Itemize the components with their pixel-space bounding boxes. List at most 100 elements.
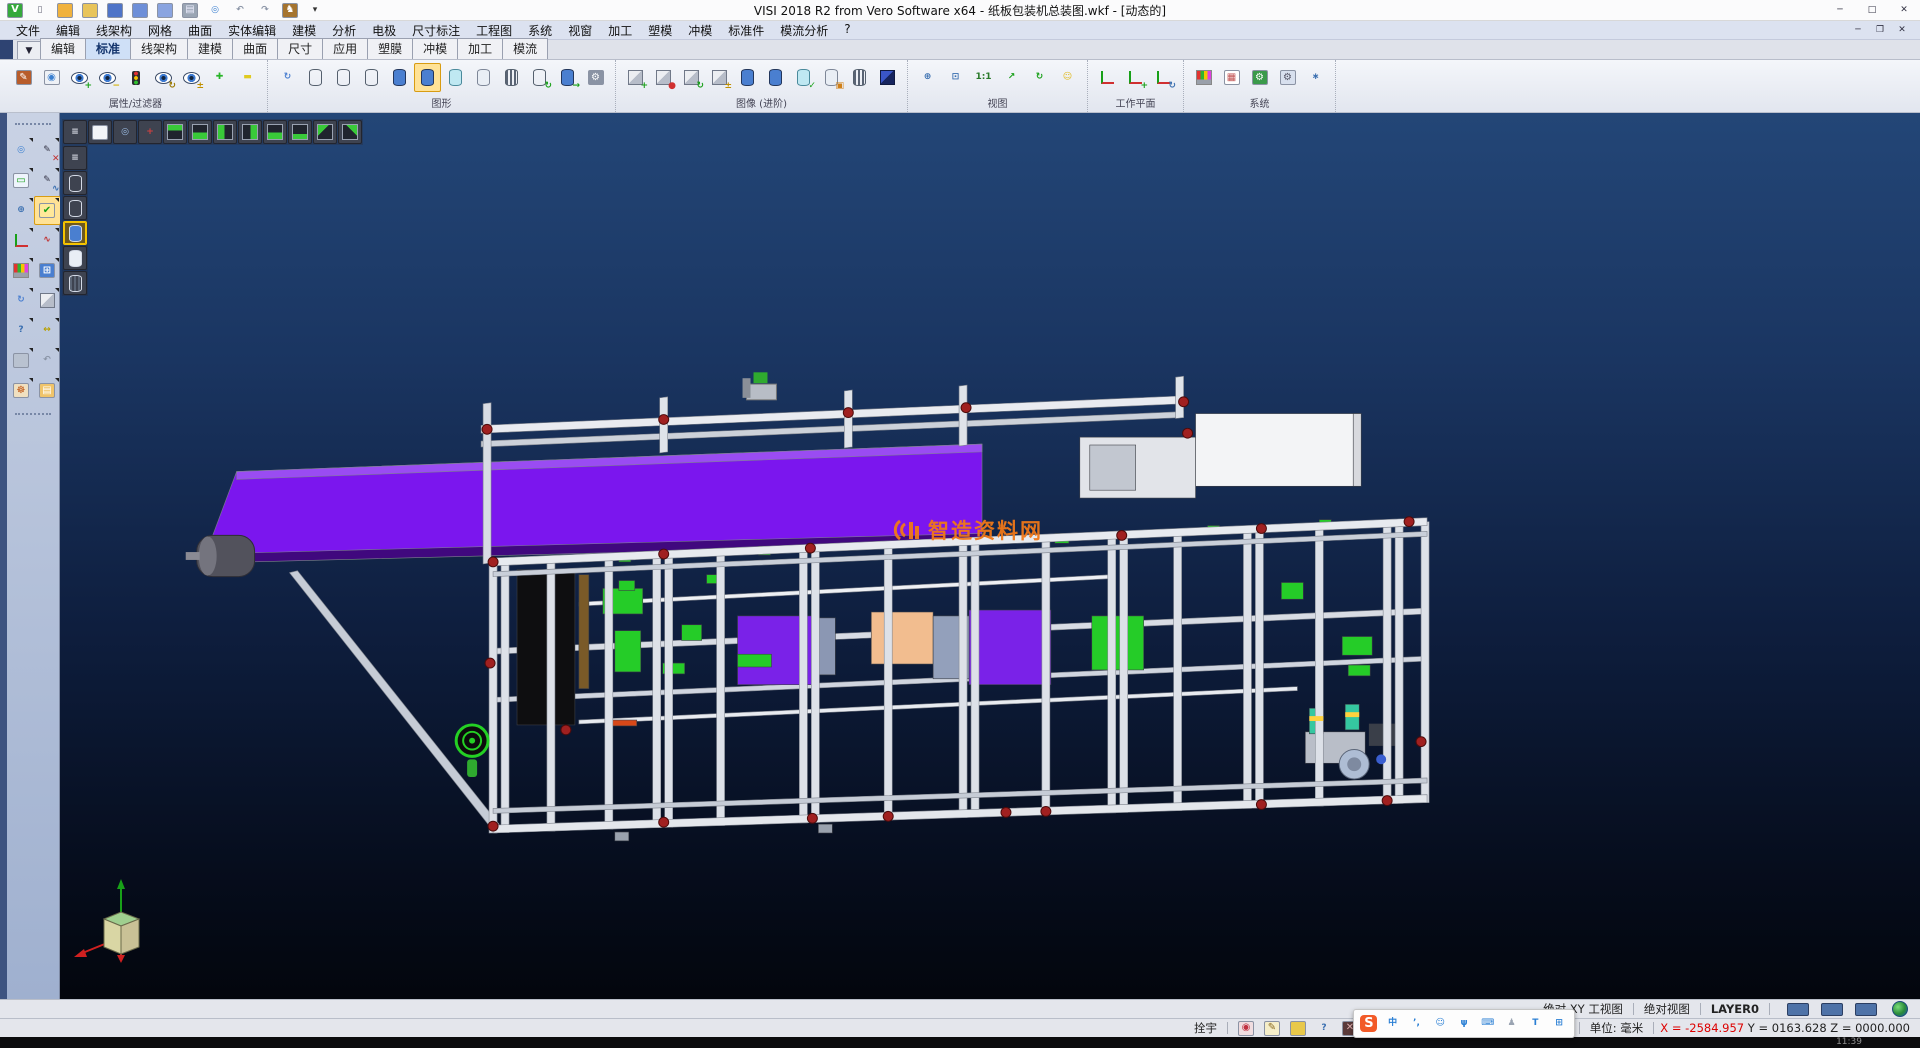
- close-button[interactable]: ✕: [1888, 0, 1920, 20]
- menu-item-加工[interactable]: 加工: [600, 22, 640, 39]
- tab-加工[interactable]: 加工: [457, 38, 503, 59]
- redraw-icon[interactable]: ↻: [274, 63, 301, 92]
- move-axis-icon[interactable]: [8, 226, 35, 255]
- save-all-icon[interactable]: [154, 1, 176, 20]
- ime-toolbox-icon[interactable]: ⊞: [1549, 1012, 1569, 1035]
- mdi-restore-button[interactable]: ❐: [1870, 22, 1890, 38]
- menu-item-分析[interactable]: 分析: [324, 22, 364, 39]
- menu-item-网格[interactable]: 网格: [140, 22, 180, 39]
- show-entities-icon[interactable]: +: [66, 63, 93, 92]
- shaded-cube-icon[interactable]: [874, 63, 901, 92]
- key-lock-icon[interactable]: [1286, 1019, 1310, 1037]
- import-folder-icon[interactable]: [79, 1, 101, 20]
- solids-toggle-icon[interactable]: ±: [706, 63, 733, 92]
- viewport-display-menu-icon[interactable]: ≡: [63, 146, 87, 170]
- vp-transparent-icon[interactable]: [63, 246, 87, 270]
- help-question-icon[interactable]: ?: [8, 316, 35, 345]
- tab-曲面[interactable]: 曲面: [232, 38, 278, 59]
- pen-color-swatch[interactable]: [1820, 1000, 1844, 1018]
- menu-item-电极[interactable]: 电极: [364, 22, 404, 39]
- solid-stripe-icon[interactable]: [762, 63, 789, 92]
- solid-note-icon[interactable]: ▣: [818, 63, 845, 92]
- visi-logo-icon[interactable]: V: [4, 1, 26, 20]
- tab-应用[interactable]: 应用: [322, 38, 368, 59]
- menu-item-编辑[interactable]: 编辑: [48, 22, 88, 39]
- menu-item-冲模[interactable]: 冲模: [680, 22, 720, 39]
- preview-icon[interactable]: ◎: [204, 1, 226, 20]
- menu-item-?[interactable]: ?: [836, 22, 858, 39]
- view-cube-top-icon[interactable]: [163, 120, 187, 144]
- tab-dropdown-button[interactable]: ▼: [17, 41, 41, 59]
- solid-mesh-icon[interactable]: [846, 63, 873, 92]
- 3d-viewport[interactable]: ≡◎+ ≡ 智造资料网: [60, 113, 1920, 999]
- workplane-axis-icon[interactable]: [1094, 63, 1121, 92]
- validate-checkbox-icon[interactable]: ✔: [34, 196, 61, 225]
- maximize-button[interactable]: □: [1856, 0, 1888, 20]
- workplane-align-icon[interactable]: ↻: [1150, 63, 1177, 92]
- view-cube-iso-icon[interactable]: [313, 120, 337, 144]
- solids-add-icon[interactable]: +: [622, 63, 649, 92]
- view-cube-front-icon[interactable]: [188, 120, 212, 144]
- display-shaded-icon[interactable]: [386, 63, 413, 92]
- tab-模流[interactable]: 模流: [502, 38, 548, 59]
- ime-keyboard-icon[interactable]: ⌨: [1478, 1012, 1498, 1035]
- zoom-sphere-icon[interactable]: ◎: [113, 120, 137, 144]
- view-cube-back-icon[interactable]: [263, 120, 287, 144]
- menu-item-尺寸标注[interactable]: 尺寸标注: [404, 22, 468, 39]
- edit-delete-icon[interactable]: ✎✕: [34, 136, 61, 165]
- menu-item-工程图[interactable]: 工程图: [468, 22, 520, 39]
- zoom-selected-icon[interactable]: ↗: [998, 63, 1025, 92]
- copy-view-icon[interactable]: →: [554, 63, 581, 92]
- view-cube-iso2-icon[interactable]: [338, 120, 362, 144]
- tab-冲模[interactable]: 冲模: [412, 38, 458, 59]
- render-settings-icon[interactable]: ⚙: [582, 63, 609, 92]
- snap-settings-icon[interactable]: ∗: [1302, 63, 1329, 92]
- view-observer-icon[interactable]: ☺: [1054, 63, 1081, 92]
- curve-edit-icon[interactable]: ∿: [34, 226, 61, 255]
- display-outline-icon[interactable]: [330, 63, 357, 92]
- sketch-curve-icon[interactable]: ✎∿: [34, 166, 61, 195]
- menu-item-视窗[interactable]: 视窗: [560, 22, 600, 39]
- world-globe-icon[interactable]: [1888, 1000, 1912, 1018]
- color-table-icon[interactable]: ▦: [1218, 63, 1245, 92]
- dynamic-rotate-icon[interactable]: ♞: [279, 1, 301, 20]
- vp-wireframe-icon[interactable]: [63, 171, 87, 195]
- menu-item-实体编辑[interactable]: 实体编辑: [220, 22, 284, 39]
- view-cube-bottom-icon[interactable]: [288, 120, 312, 144]
- new-file-icon[interactable]: ▯: [29, 1, 51, 20]
- delete-trash-icon[interactable]: [8, 346, 35, 375]
- zoom-solid-icon[interactable]: ⊕: [8, 196, 35, 225]
- system-settings-icon[interactable]: ⚙: [1246, 63, 1273, 92]
- display-wireframe-icon[interactable]: [302, 63, 329, 92]
- visibility-filter-icon[interactable]: [122, 63, 149, 92]
- layer-field[interactable]: LAYER0: [1707, 1002, 1763, 1016]
- more-commands-icon[interactable]: ▾: [304, 1, 326, 20]
- window-config-icon[interactable]: ⚙: [1274, 63, 1301, 92]
- clipboard-folder-icon[interactable]: ▤: [34, 376, 61, 405]
- ime-emoji-icon[interactable]: ☺: [1430, 1012, 1450, 1035]
- print-icon[interactable]: ▤: [179, 1, 201, 20]
- layer-color-swatch[interactable]: [1786, 1000, 1810, 1018]
- menu-item-曲面[interactable]: 曲面: [180, 22, 220, 39]
- axis-origin-icon[interactable]: +: [138, 120, 162, 144]
- solid-validate-icon[interactable]: ✓: [790, 63, 817, 92]
- track-point-icon[interactable]: ◉: [1234, 1019, 1258, 1037]
- vp-shaded-icon[interactable]: [63, 221, 87, 245]
- layers-palette-icon[interactable]: [8, 256, 35, 285]
- solid-cube-icon[interactable]: [34, 286, 61, 315]
- ime-person-icon[interactable]: ♟: [1502, 1012, 1522, 1035]
- zoom-filter-icon[interactable]: ◎: [8, 136, 35, 165]
- tab-尺寸[interactable]: 尺寸: [277, 38, 323, 59]
- refresh-icon[interactable]: ↻: [8, 286, 35, 315]
- open-file-icon[interactable]: [54, 1, 76, 20]
- minimize-button[interactable]: ─: [1824, 0, 1856, 20]
- tab-建模[interactable]: 建模: [187, 38, 233, 59]
- mdi-close-button[interactable]: ✕: [1892, 22, 1912, 38]
- snap-toggle[interactable]: 拴宇: [1190, 1020, 1221, 1036]
- tab-线架构[interactable]: 线架构: [130, 38, 188, 59]
- preview-page-icon[interactable]: ◉: [38, 63, 65, 92]
- redo-icon[interactable]: ↷: [254, 1, 276, 20]
- toolbar-grip[interactable]: [15, 123, 51, 130]
- display-hatch-icon[interactable]: [498, 63, 525, 92]
- snap-help-icon[interactable]: ?: [1312, 1019, 1336, 1037]
